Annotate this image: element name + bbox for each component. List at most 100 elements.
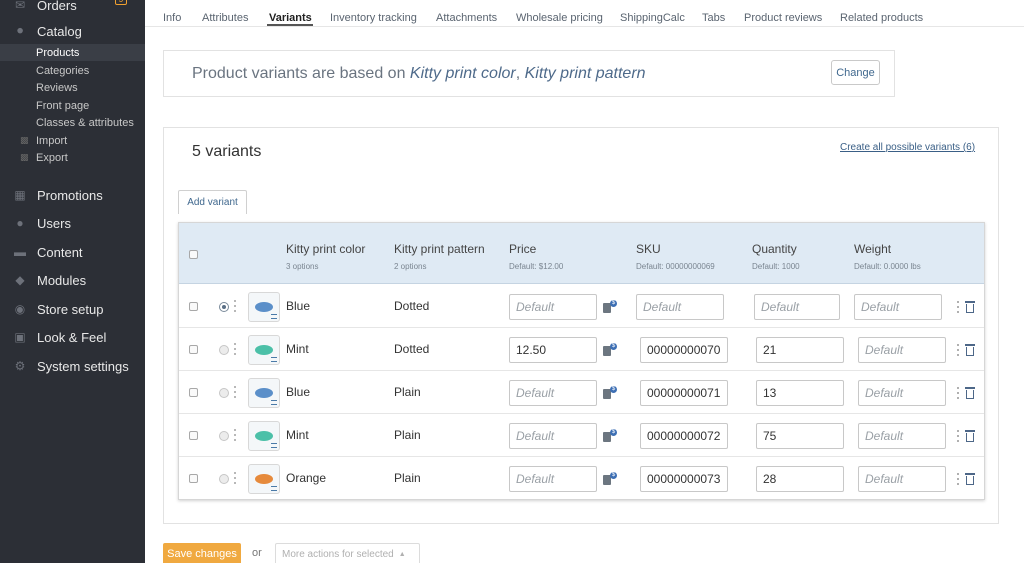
select-all-checkbox[interactable]: [189, 250, 198, 259]
row-checkbox[interactable]: [189, 345, 198, 354]
sidebar-subitem-reviews[interactable]: Reviews: [0, 79, 145, 96]
quantity-input[interactable]: 13: [756, 380, 844, 406]
drag-handle-icon[interactable]: [234, 429, 237, 443]
orders-icon: ✉: [14, 0, 26, 12]
row-menu-icon[interactable]: [957, 344, 960, 358]
price-options-icon[interactable]: $: [603, 386, 617, 400]
add-variant-button[interactable]: Add variant: [178, 190, 247, 214]
tab-attachments[interactable]: Attachments: [436, 12, 497, 24]
price-options-icon[interactable]: $: [603, 472, 617, 486]
sidebar-subitem-products[interactable]: Products: [0, 44, 145, 61]
image-menu-icon: [271, 314, 277, 319]
sku-input[interactable]: 00000000071: [640, 380, 728, 406]
variant-image[interactable]: [248, 421, 280, 451]
row-checkbox[interactable]: [189, 474, 198, 483]
default-variant-radio[interactable]: [219, 345, 229, 355]
price-input[interactable]: Default: [509, 294, 597, 320]
image-menu-icon: [271, 486, 277, 491]
sidebar-item-promotions[interactable]: ▦ Promotions: [0, 182, 145, 208]
drag-handle-icon[interactable]: [234, 386, 237, 400]
more-actions-select[interactable]: More actions for selected ▲: [275, 543, 420, 563]
trash-icon[interactable]: [965, 387, 975, 399]
default-variant-radio[interactable]: [219, 302, 229, 312]
sidebar-subitem-export[interactable]: ▩ Export: [0, 149, 145, 166]
tab-inventory-tracking[interactable]: Inventory tracking: [330, 12, 417, 24]
tab-info[interactable]: Info: [163, 12, 181, 24]
quantity-input[interactable]: 28: [756, 466, 844, 492]
tab-variants[interactable]: Variants: [269, 12, 312, 24]
tab-product-reviews[interactable]: Product reviews: [744, 12, 822, 24]
sku-input[interactable]: 00000000072: [640, 423, 728, 449]
row-menu-icon[interactable]: [957, 473, 960, 487]
sidebar-item-content[interactable]: ▬ Content: [0, 239, 145, 265]
header-color: Kitty print color: [286, 242, 366, 256]
header-quantity-sub: Default: 1000: [752, 262, 800, 271]
price-input[interactable]: Default: [509, 466, 597, 492]
default-variant-radio[interactable]: [219, 388, 229, 398]
weight-input[interactable]: Default: [858, 337, 946, 363]
header-pattern: Kitty print pattern: [394, 242, 485, 256]
create-all-variants-link[interactable]: Create all possible variants (6): [840, 142, 975, 153]
sidebar-item-modules[interactable]: ◆ Modules: [0, 267, 145, 293]
tab-attributes[interactable]: Attributes: [202, 12, 248, 24]
weight-input[interactable]: Default: [858, 423, 946, 449]
drag-handle-icon[interactable]: [234, 343, 237, 357]
sidebar-subitem-classes-attributes[interactable]: Classes & attributes: [0, 114, 145, 131]
quantity-input[interactable]: 75: [756, 423, 844, 449]
trash-icon[interactable]: [965, 473, 975, 485]
variant-image[interactable]: [248, 292, 280, 322]
row-menu-icon[interactable]: [957, 430, 960, 444]
variant-image[interactable]: [248, 335, 280, 365]
row-menu-icon[interactable]: [957, 301, 960, 315]
weight-input[interactable]: Default: [858, 380, 946, 406]
save-changes-button[interactable]: Save changes: [163, 543, 241, 563]
sidebar-subitem-front-page[interactable]: Front page: [0, 97, 145, 114]
row-checkbox[interactable]: [189, 431, 198, 440]
weight-input[interactable]: Default: [854, 294, 942, 320]
tab-wholesale-pricing[interactable]: Wholesale pricing: [516, 12, 603, 24]
trash-icon[interactable]: [965, 430, 975, 442]
quantity-input[interactable]: Default: [754, 294, 840, 320]
drag-handle-icon[interactable]: [234, 472, 237, 486]
import-icon: ▩: [20, 135, 29, 145]
price-input[interactable]: Default: [509, 423, 597, 449]
default-variant-radio[interactable]: [219, 431, 229, 441]
tab-shippingcalc[interactable]: ShippingCalc: [620, 12, 685, 24]
trash-icon[interactable]: [965, 344, 975, 356]
sidebar-item-users[interactable]: ● Users: [0, 210, 145, 236]
sidebar-subitem-categories[interactable]: Categories: [0, 62, 145, 79]
sku-input[interactable]: Default: [636, 294, 724, 320]
sku-input[interactable]: 00000000073: [640, 466, 728, 492]
variants-panel: 5 variants Create all possible variants …: [163, 127, 999, 524]
weight-input[interactable]: Default: [858, 466, 946, 492]
sku-input[interactable]: 00000000070: [640, 337, 728, 363]
default-variant-radio[interactable]: [219, 474, 229, 484]
sidebar-subitem-import[interactable]: ▩ Import: [0, 132, 145, 149]
tab-related-products[interactable]: Related products: [840, 12, 923, 24]
sidebar-item-store-setup[interactable]: ◉ Store setup: [0, 296, 145, 322]
price-input[interactable]: 12.50: [509, 337, 597, 363]
sidebar-item-orders[interactable]: ✉ Orders 9: [0, 0, 145, 18]
tab-tabs[interactable]: Tabs: [702, 12, 725, 24]
change-button[interactable]: Change: [831, 60, 880, 85]
sidebar-item-look-feel[interactable]: ▣ Look & Feel: [0, 324, 145, 350]
variant-pattern: Dotted: [394, 342, 430, 356]
trash-icon[interactable]: [965, 301, 975, 313]
price-options-icon[interactable]: $: [603, 343, 617, 357]
price-options-icon[interactable]: $: [603, 429, 617, 443]
sidebar-item-system-settings[interactable]: ⚙ System settings: [0, 353, 145, 379]
row-menu-icon[interactable]: [957, 387, 960, 401]
header-pattern-sub: 2 options: [394, 262, 427, 271]
row-checkbox[interactable]: [189, 302, 198, 311]
quantity-input[interactable]: 21: [756, 337, 844, 363]
row-checkbox[interactable]: [189, 388, 198, 397]
header-color-sub: 3 options: [286, 262, 319, 271]
drag-handle-icon[interactable]: [234, 300, 237, 314]
variant-image[interactable]: [248, 378, 280, 408]
sidebar-item-catalog[interactable]: ⚫ Catalog: [0, 18, 145, 44]
price-input[interactable]: Default: [509, 380, 597, 406]
price-options-icon[interactable]: $: [603, 300, 617, 314]
variant-basis-text: Product variants are based on Kitty prin…: [192, 65, 646, 83]
sidebar-subitem-label: Export: [36, 151, 68, 164]
variant-image[interactable]: [248, 464, 280, 494]
